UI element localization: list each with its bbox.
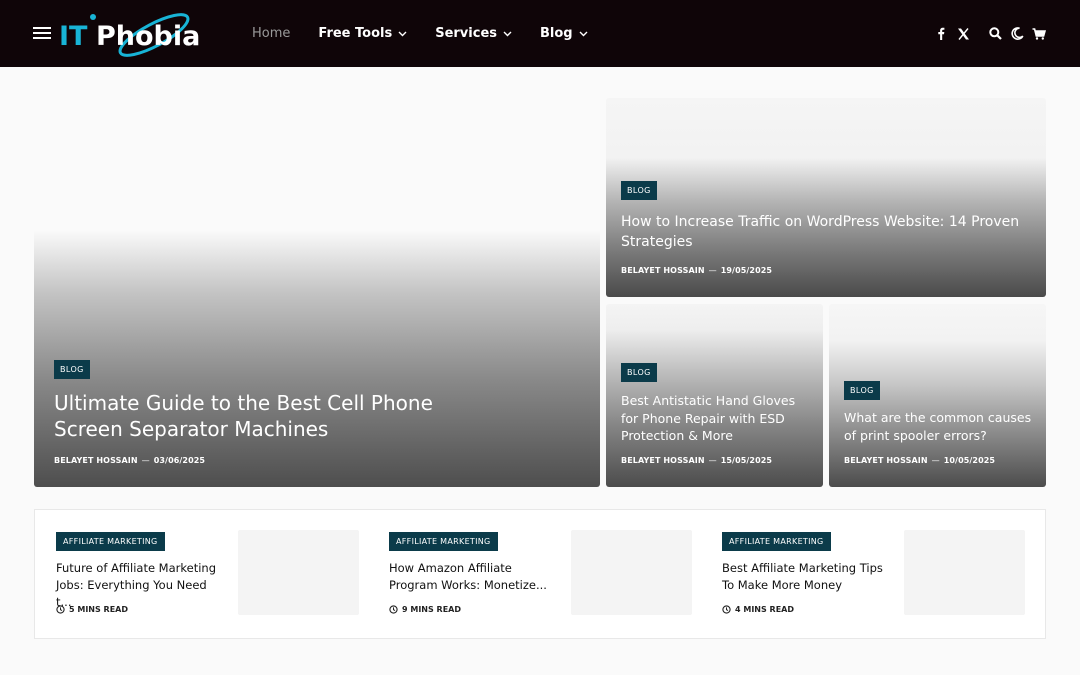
author-name[interactable]: BELAYET HOSSAIN <box>844 456 928 465</box>
menu-icon[interactable] <box>33 26 51 40</box>
card-title[interactable]: Best Antistatic Hand Gloves for Phone Re… <box>621 392 811 445</box>
card-title[interactable]: Ultimate Guide to the Best Cell Phone Sc… <box>54 390 474 442</box>
svg-text:Phobia: Phobia <box>96 21 200 52</box>
x-twitter-icon[interactable] <box>955 26 971 42</box>
header-actions <box>927 0 1047 67</box>
clock-icon <box>722 605 731 614</box>
search-icon[interactable] <box>987 26 1003 42</box>
post-title[interactable]: Future of Affiliate Marketing Jobs: Ever… <box>56 560 224 611</box>
site-header: IT Phobia Home Free Tools Services Blog <box>0 0 1080 67</box>
read-time: 5 MINS READ <box>56 605 128 614</box>
facebook-icon[interactable] <box>933 26 949 42</box>
read-time-label: 5 MINS READ <box>69 605 128 614</box>
read-time-label: 4 MINS READ <box>735 605 794 614</box>
card-meta: BELAYET HOSSAIN —15/05/2025 <box>621 456 772 465</box>
nav-home-label: Home <box>252 26 291 41</box>
cart-icon[interactable] <box>1031 26 1047 42</box>
featured-card-main[interactable]: BLOG Ultimate Guide to the Best Cell Pho… <box>34 98 600 487</box>
list-item: AFFILIATE MARKETING Future of Affiliate … <box>56 510 361 638</box>
read-time-label: 9 MINS READ <box>402 605 461 614</box>
card-title[interactable]: How to Increase Traffic on WordPress Web… <box>621 212 1031 252</box>
post-list-strip: AFFILIATE MARKETING Future of Affiliate … <box>34 509 1046 639</box>
featured-card-small-1[interactable]: BLOG Best Antistatic Hand Gloves for Pho… <box>606 304 823 487</box>
post-date: 10/05/2025 <box>943 456 996 465</box>
post-title[interactable]: How Amazon Affiliate Program Works: Mone… <box>389 560 557 594</box>
meta-separator: — <box>141 456 150 465</box>
list-item: AFFILIATE MARKETING Best Affiliate Marke… <box>722 510 1027 638</box>
post-thumbnail[interactable] <box>238 530 359 615</box>
author-name[interactable]: BELAYET HOSSAIN <box>621 456 705 465</box>
nav-free-tools-label: Free Tools <box>318 26 393 41</box>
dark-mode-moon-icon[interactable] <box>1009 26 1025 42</box>
card-title[interactable]: What are the common causes of print spoo… <box>844 409 1036 444</box>
post-thumbnail[interactable] <box>904 530 1025 615</box>
card-meta: BELAYET HOSSAIN —03/06/2025 <box>54 456 205 465</box>
svg-text:IT: IT <box>59 21 88 52</box>
clock-icon <box>56 605 65 614</box>
list-item: AFFILIATE MARKETING How Amazon Affiliate… <box>389 510 694 638</box>
nav-free-tools[interactable]: Free Tools <box>318 26 407 41</box>
featured-card-small-2[interactable]: BLOG What are the common causes of print… <box>829 304 1046 487</box>
category-tag[interactable]: AFFILIATE MARKETING <box>389 532 498 551</box>
post-date: 19/05/2025 <box>720 266 773 275</box>
chevron-down-icon <box>398 31 407 36</box>
nav-services[interactable]: Services <box>435 26 512 41</box>
chevron-down-icon <box>503 31 512 36</box>
post-date: 15/05/2025 <box>720 456 773 465</box>
site-logo[interactable]: IT Phobia <box>59 8 211 60</box>
card-meta: BELAYET HOSSAIN —19/05/2025 <box>621 266 772 275</box>
category-tag[interactable]: AFFILIATE MARKETING <box>56 532 165 551</box>
nav-home[interactable]: Home <box>252 26 290 41</box>
category-tag[interactable]: AFFILIATE MARKETING <box>722 532 831 551</box>
read-time: 9 MINS READ <box>389 605 461 614</box>
main-nav: Home Free Tools Services Blog <box>252 0 616 67</box>
meta-separator: — <box>708 456 717 465</box>
post-thumbnail[interactable] <box>571 530 692 615</box>
category-tag[interactable]: BLOG <box>621 181 657 200</box>
post-date: 03/06/2025 <box>153 456 206 465</box>
nav-blog[interactable]: Blog <box>540 26 588 41</box>
meta-separator: — <box>708 266 717 275</box>
category-tag[interactable]: BLOG <box>844 381 880 400</box>
post-title[interactable]: Best Affiliate Marketing Tips To Make Mo… <box>722 560 890 594</box>
author-name[interactable]: BELAYET HOSSAIN <box>54 456 138 465</box>
category-tag[interactable]: BLOG <box>54 360 90 379</box>
author-name[interactable]: BELAYET HOSSAIN <box>621 266 705 275</box>
read-time: 4 MINS READ <box>722 605 794 614</box>
nav-services-label: Services <box>435 26 498 41</box>
nav-blog-label: Blog <box>540 26 573 41</box>
card-meta: BELAYET HOSSAIN —10/05/2025 <box>844 456 995 465</box>
chevron-down-icon <box>579 31 588 36</box>
featured-card-top-right[interactable]: BLOG How to Increase Traffic on WordPres… <box>606 98 1046 297</box>
meta-separator: — <box>931 456 940 465</box>
category-tag[interactable]: BLOG <box>621 363 657 382</box>
clock-icon <box>389 605 398 614</box>
